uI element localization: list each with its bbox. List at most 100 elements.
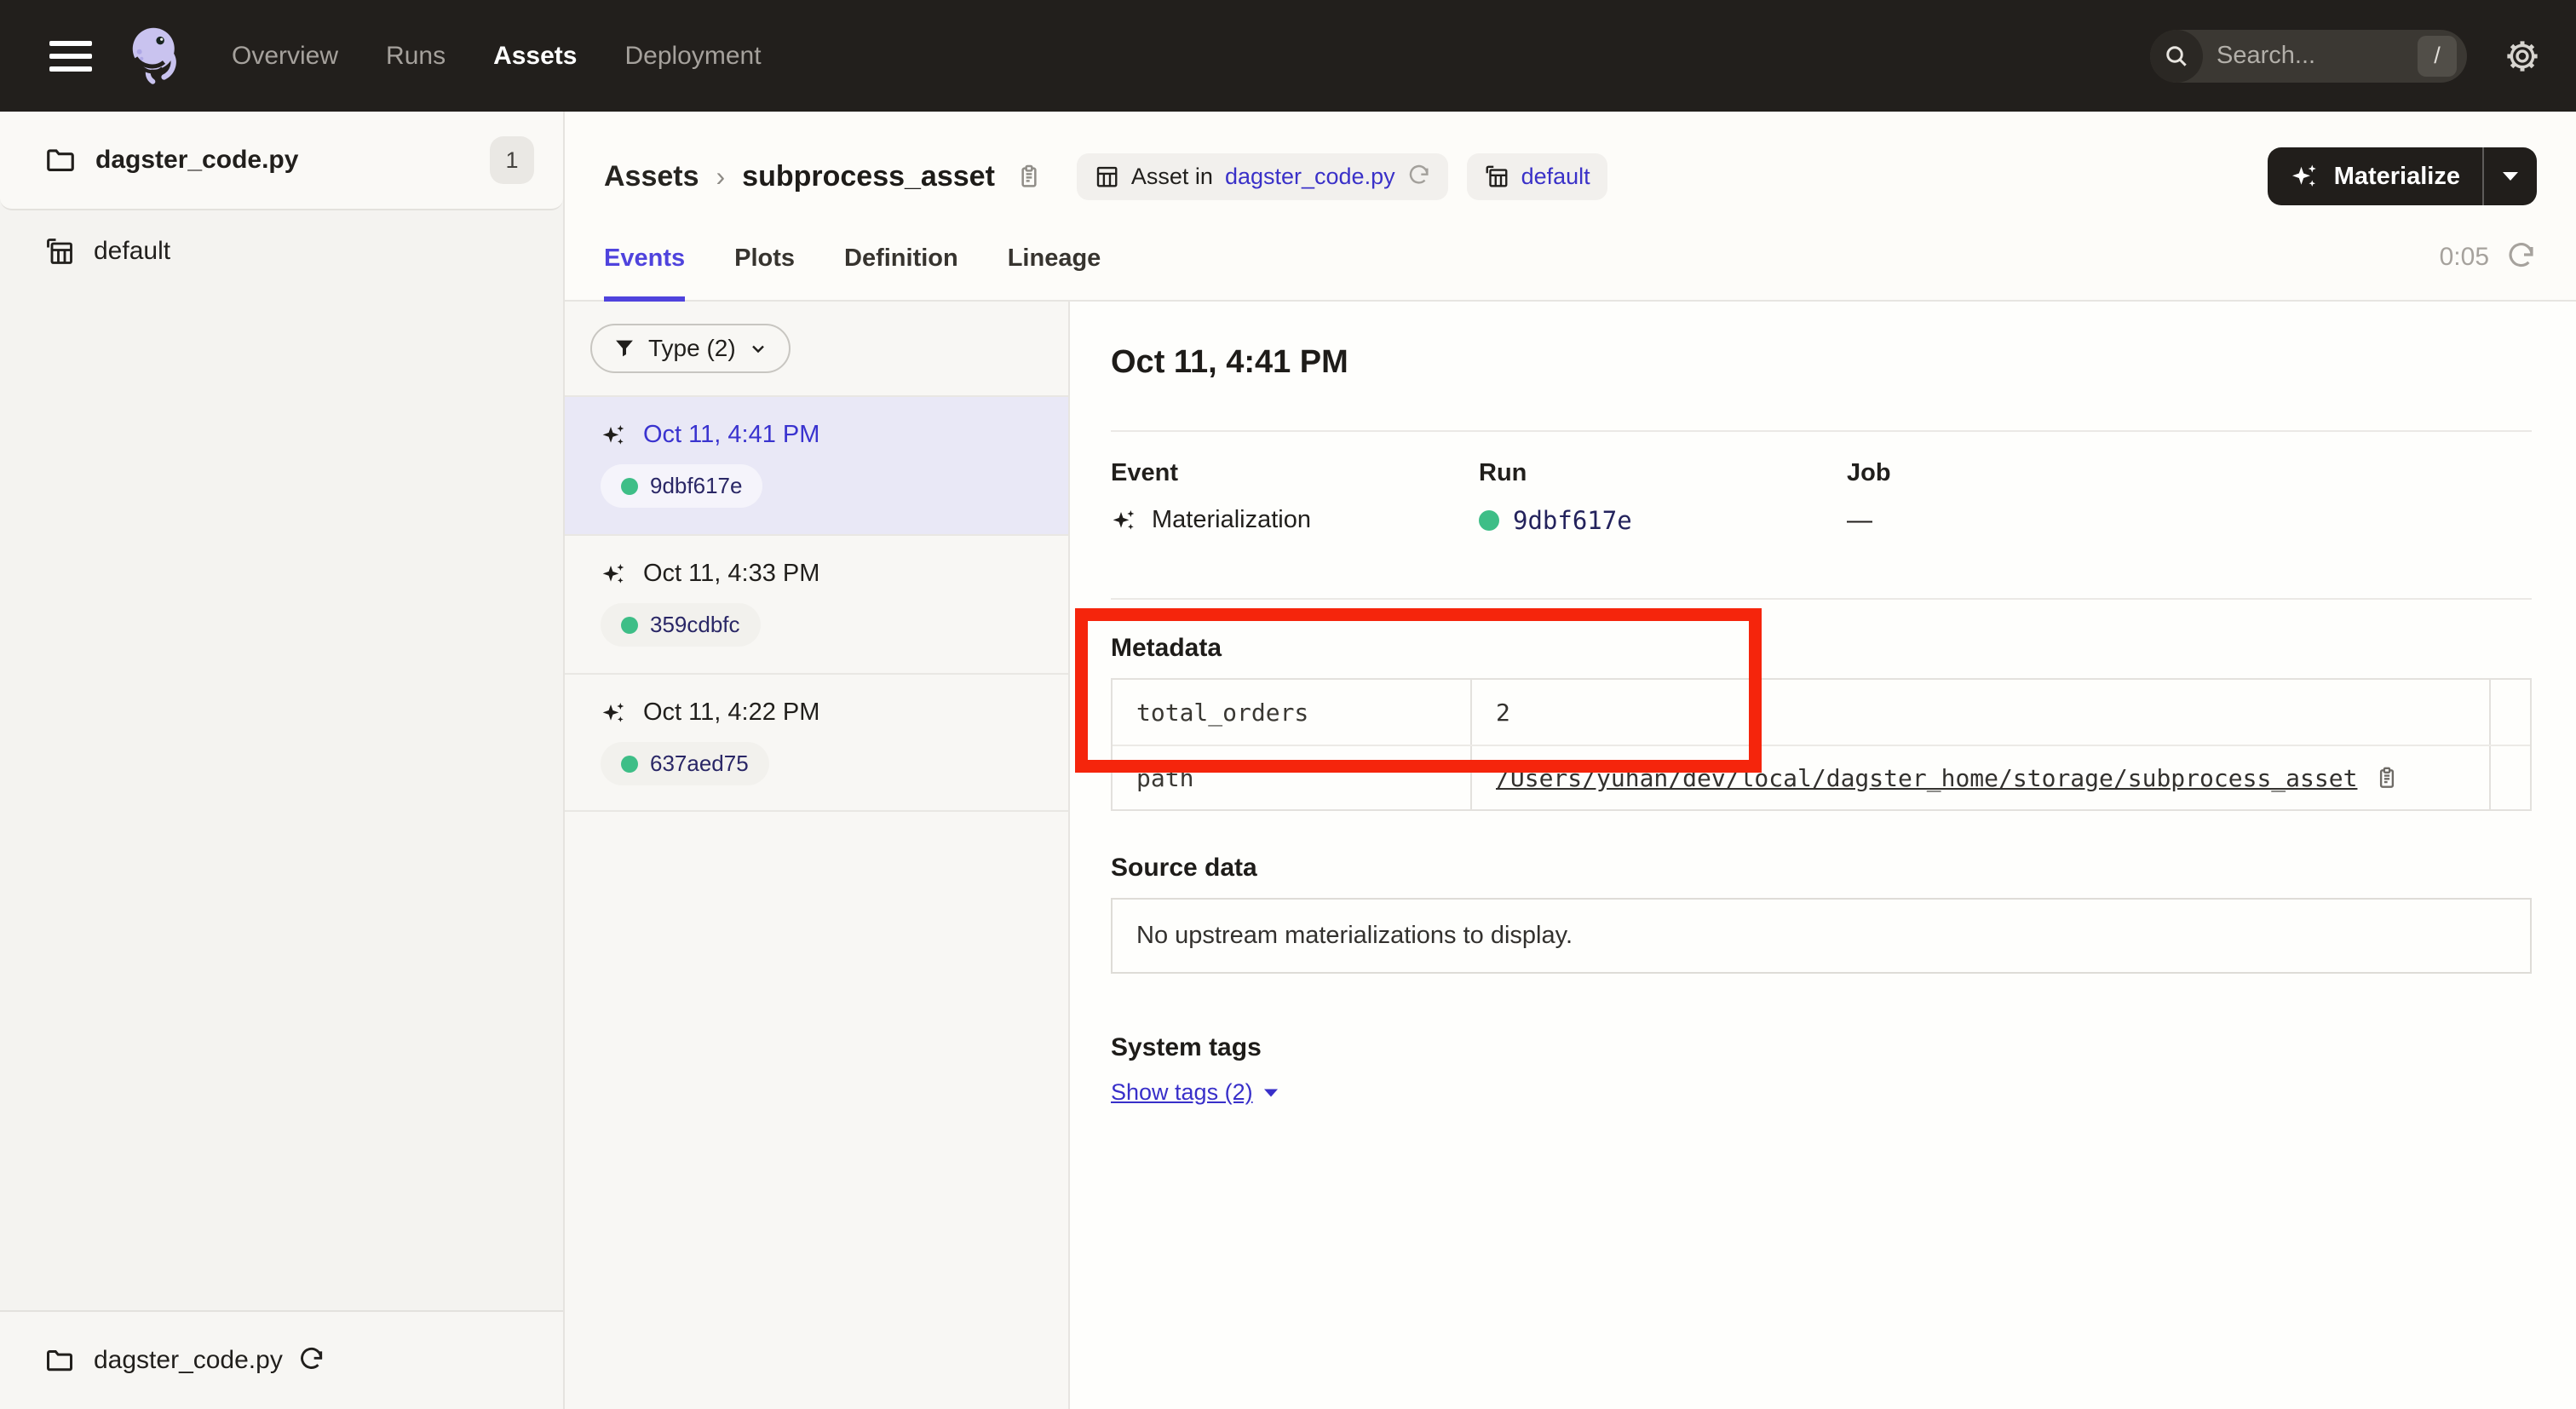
left-sidebar: dagster_code.py 1 default dagster_code.p… <box>0 112 565 1409</box>
chevron-down-icon <box>748 338 768 359</box>
materialize-label: Materialize <box>2334 163 2460 191</box>
run-pill[interactable]: 637aed75 <box>601 742 769 785</box>
asset-group-icon <box>1484 164 1509 189</box>
sidebar-item-code-location[interactable]: dagster_code.py 1 <box>0 112 563 210</box>
asset-group-icon <box>1094 164 1119 189</box>
nav-item-runs[interactable]: Runs <box>386 42 446 71</box>
materialization-sparkle-icon <box>1111 507 1138 534</box>
job-empty-value: — <box>1847 506 1872 535</box>
sidebar-footer-label: dagster_code.py <box>94 1346 283 1375</box>
event-timestamp-link[interactable]: Oct 11, 4:41 PM <box>643 421 819 449</box>
type-filter-button[interactable]: Type (2) <box>590 324 791 373</box>
materialization-sparkle-icon <box>601 699 628 727</box>
tab-plots[interactable]: Plots <box>734 214 795 300</box>
search-shortcut-badge: / <box>2418 36 2457 77</box>
event-list-item[interactable]: Oct 11, 4:22 PM 637aed75 <box>565 673 1068 812</box>
folder-icon <box>44 1345 75 1376</box>
materialize-button[interactable]: Materialize <box>2268 147 2482 205</box>
sidebar-item-label: default <box>94 237 170 266</box>
main-content: Assets › subprocess_asset <box>565 112 2576 1409</box>
tab-definition[interactable]: Definition <box>844 214 958 300</box>
filter-funnel-icon <box>612 336 636 360</box>
asset-group-link[interactable]: default <box>1521 164 1590 190</box>
metadata-key: total_orders <box>1113 680 1470 745</box>
search-placeholder: Search... <box>2217 42 2418 70</box>
run-id-link[interactable]: 637aed75 <box>650 751 749 777</box>
event-column-label: Event <box>1111 459 1479 487</box>
run-status-dot <box>621 617 638 634</box>
metadata-path-link[interactable]: /Users/yuhan/dev/local/dagster_home/stor… <box>1496 764 2357 792</box>
reload-icon[interactable] <box>1407 164 1431 188</box>
materialization-sparkle-icon <box>601 422 628 449</box>
run-id-link[interactable]: 9dbf617e <box>1513 506 1632 535</box>
asset-tags: Asset in dagster_code.py default <box>1077 153 1607 200</box>
event-timestamp-link[interactable]: Oct 11, 4:22 PM <box>643 699 819 727</box>
asset-page-header: Assets › subprocess_asset <box>565 112 2576 205</box>
events-list-panel: Type (2) <box>565 302 1070 1409</box>
asset-group-icon <box>44 236 75 267</box>
run-pill[interactable]: 9dbf617e <box>601 464 762 508</box>
search-input[interactable]: Search... / <box>2150 30 2467 83</box>
show-tags-label: Show tags (2) <box>1111 1079 1253 1106</box>
show-tags-toggle[interactable]: Show tags (2) <box>1111 1079 1279 1106</box>
job-column-label: Job <box>1847 459 2215 487</box>
dagster-logo[interactable] <box>119 20 191 92</box>
settings-gear-icon[interactable] <box>2503 37 2542 76</box>
caret-down-icon <box>1263 1088 1279 1098</box>
tab-lineage[interactable]: Lineage <box>1008 214 1101 300</box>
hamburger-menu-icon[interactable] <box>49 41 92 72</box>
event-detail-panel: Oct 11, 4:41 PM Event <box>1070 302 2576 1409</box>
run-status-dot <box>621 478 638 495</box>
sidebar-footer-code-location[interactable]: dagster_code.py <box>0 1310 563 1409</box>
event-type-value: Materialization <box>1152 506 1311 534</box>
run-id-link[interactable]: 359cdbfc <box>650 612 740 638</box>
event-summary-grid: Event Materialization <box>1111 459 2532 535</box>
refresh-timer: 0:05 <box>2440 214 2537 300</box>
breadcrumb-assets-link[interactable]: Assets <box>604 160 699 193</box>
source-data-heading: Source data <box>1111 854 2532 883</box>
breadcrumb: Assets › subprocess_asset <box>604 160 1043 193</box>
system-tags-heading: System tags <box>1111 1033 2532 1062</box>
reload-code-location-icon[interactable] <box>298 1347 325 1374</box>
copy-asset-name-icon[interactable] <box>1015 163 1043 190</box>
refresh-countdown: 0:05 <box>2440 243 2489 272</box>
metadata-row: total_orders 2 <box>1113 680 2530 745</box>
run-id-link[interactable]: 9dbf617e <box>650 473 742 499</box>
breadcrumb-separator: › <box>716 161 726 193</box>
code-location-tag[interactable]: Asset in dagster_code.py <box>1077 153 1448 200</box>
run-status-dot <box>621 756 638 773</box>
run-status-dot <box>1479 510 1499 531</box>
events-filter-bar: Type (2) <box>565 302 1068 395</box>
metadata-row: path /Users/yuhan/dev/local/dagster_home… <box>1113 745 2530 809</box>
source-data-empty-state: No upstream materializations to display. <box>1111 898 2532 974</box>
nav-item-deployment[interactable]: Deployment <box>624 42 761 71</box>
metadata-value: 2 <box>1496 699 1510 727</box>
sidebar-count-badge: 1 <box>490 136 534 184</box>
nav-item-overview[interactable]: Overview <box>232 42 338 71</box>
caret-down-icon <box>2501 170 2520 182</box>
materialization-sparkle-icon <box>601 561 628 588</box>
event-timestamp-link[interactable]: Oct 11, 4:33 PM <box>643 560 819 588</box>
code-location-link[interactable]: dagster_code.py <box>1225 164 1395 190</box>
run-pill[interactable]: 359cdbfc <box>601 603 761 647</box>
metadata-row-end <box>2489 680 2530 745</box>
sidebar-item-default-group[interactable]: default <box>0 210 563 292</box>
asset-tabs: Events Plots Definition Lineage 0:05 <box>565 214 2576 302</box>
materialize-split-button: Materialize <box>2268 147 2537 205</box>
event-list-item[interactable]: Oct 11, 4:33 PM 359cdbfc <box>565 534 1068 673</box>
asset-group-tag[interactable]: default <box>1467 153 1607 200</box>
metadata-row-end <box>2489 746 2530 809</box>
copy-path-icon[interactable] <box>2374 765 2400 791</box>
metadata-heading: Metadata <box>1111 634 2532 663</box>
tag-prefix: Asset in <box>1131 164 1213 190</box>
tab-events[interactable]: Events <box>604 214 685 300</box>
event-list-item[interactable]: Oct 11, 4:41 PM 9dbf617e <box>565 395 1068 534</box>
nav-links: Overview Runs Assets Deployment <box>232 42 762 71</box>
materialize-dropdown-button[interactable] <box>2484 147 2537 205</box>
run-column-label: Run <box>1479 459 1847 487</box>
refresh-icon[interactable] <box>2506 242 2537 273</box>
type-filter-label: Type (2) <box>648 335 736 362</box>
sidebar-item-label: dagster_code.py <box>95 146 298 175</box>
metadata-key: path <box>1113 746 1470 809</box>
nav-item-assets[interactable]: Assets <box>493 42 577 71</box>
